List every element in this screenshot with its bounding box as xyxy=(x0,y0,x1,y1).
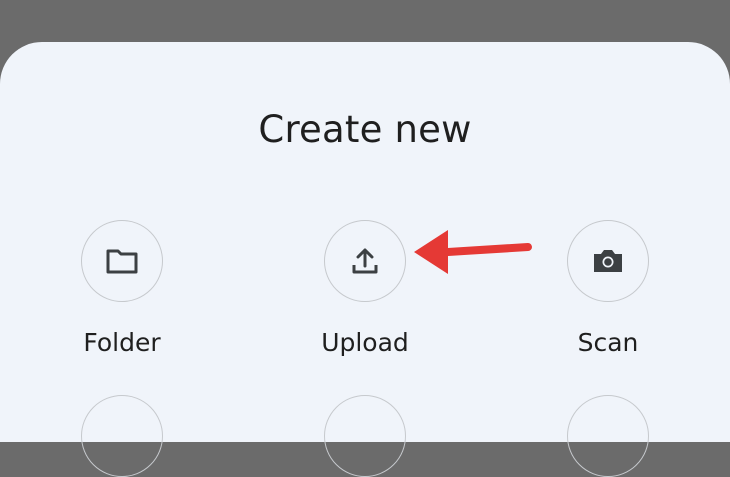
scan-label: Scan xyxy=(577,328,639,357)
folder-label: Folder xyxy=(83,328,161,357)
upload-label: Upload xyxy=(321,328,409,357)
next-row-button[interactable] xyxy=(81,395,163,477)
camera-icon xyxy=(594,250,622,272)
folder-icon xyxy=(106,249,138,274)
folder-button[interactable] xyxy=(81,220,163,302)
upload-button[interactable] xyxy=(324,220,406,302)
sheet-title: Create new xyxy=(258,108,472,151)
create-new-bottom-sheet: Create new Folder Upload Scan xyxy=(0,42,730,477)
next-row-button[interactable] xyxy=(324,395,406,477)
folder-action[interactable]: Folder xyxy=(42,220,202,357)
upload-icon xyxy=(352,248,378,274)
scan-action[interactable]: Scan xyxy=(528,220,688,357)
next-row-button[interactable] xyxy=(567,395,649,477)
red-arrow-icon xyxy=(414,230,532,274)
scan-button[interactable] xyxy=(567,220,649,302)
